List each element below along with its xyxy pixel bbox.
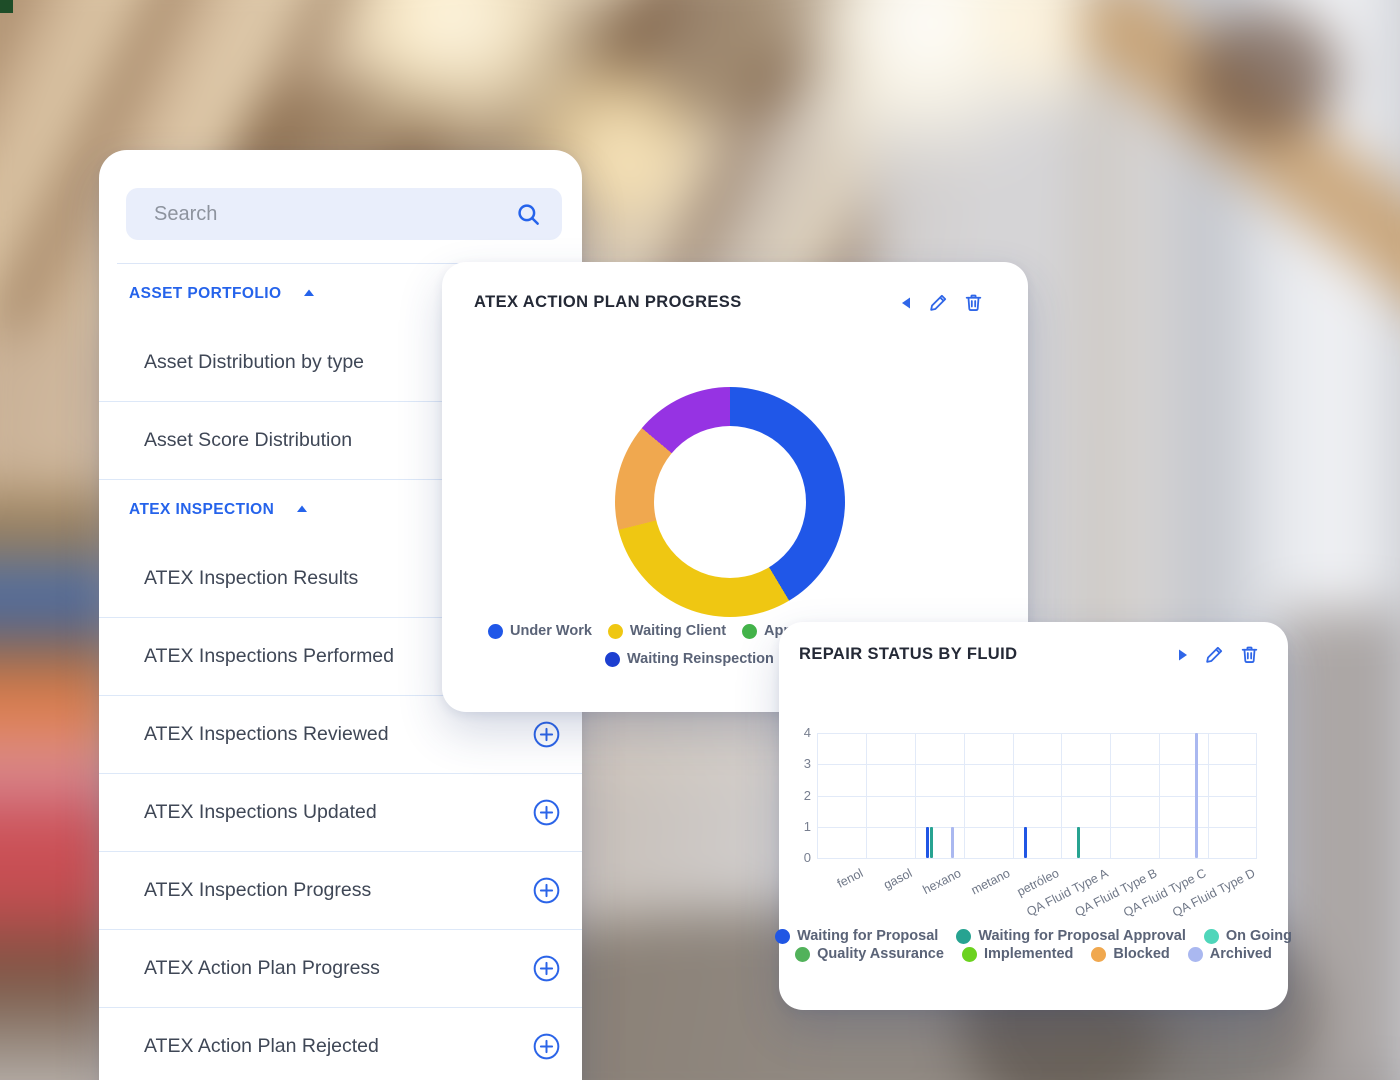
edit-icon[interactable] [1204, 644, 1225, 665]
gridline [1110, 733, 1111, 858]
sidebar-item-label: ATEX Inspections Performed [144, 645, 394, 668]
sidebar-item[interactable]: ATEX Inspections Updated [99, 774, 582, 852]
legend-item: Waiting Reinspection [605, 651, 774, 667]
bar-chart-plot-area [817, 733, 1257, 858]
legend-row: Quality Assurance Implemented Blocked Archi… [795, 946, 1272, 962]
gridline [866, 733, 867, 858]
collapse-section-icon[interactable] [296, 501, 308, 519]
search-input[interactable] [126, 188, 562, 240]
legend-dot [608, 624, 623, 639]
legend-dot [1204, 929, 1219, 944]
collapse-left-icon[interactable] [899, 294, 914, 312]
gridline [1013, 733, 1014, 858]
gridline [1256, 733, 1257, 858]
legend-label: Waiting Client [630, 623, 726, 639]
bar [930, 827, 933, 858]
legend-dot [742, 624, 757, 639]
card-title: ATEX ACTION PLAN PROGRESS [474, 293, 742, 312]
add-chart-icon[interactable] [533, 1033, 560, 1060]
legend-item: Blocked [1091, 946, 1169, 962]
gridline [817, 733, 818, 858]
gridline [964, 733, 965, 858]
legend-label: Quality Assurance [817, 946, 944, 962]
sidebar-item-label: ATEX Action Plan Progress [144, 957, 380, 980]
legend-label: Implemented [984, 946, 1073, 962]
edit-icon[interactable] [928, 292, 949, 313]
gridline [817, 733, 1257, 734]
legend-dot [1091, 947, 1106, 962]
delete-icon[interactable] [1239, 644, 1260, 665]
legend-item: Archived [1188, 946, 1272, 962]
section-label: ATEX INSPECTION [129, 501, 274, 519]
delete-icon[interactable] [963, 292, 984, 313]
legend-item: Under Work [488, 623, 592, 639]
expand-right-icon[interactable] [1175, 646, 1190, 664]
y-axis-tick-label: 4 [785, 725, 811, 740]
sidebar-item-label: ATEX Inspections Updated [144, 801, 377, 824]
gridline [1061, 733, 1062, 858]
sidebar-item[interactable]: ATEX Action Plan Progress [99, 930, 582, 1008]
sidebar-item-label: ATEX Inspection Results [144, 567, 358, 590]
legend-dot [775, 929, 790, 944]
legend-item: Implemented [962, 946, 1073, 962]
gridline [817, 796, 1257, 797]
legend-dot [962, 947, 977, 962]
y-axis-tick-label: 0 [785, 850, 811, 865]
sidebar-item-label: ATEX Inspections Reviewed [144, 723, 389, 746]
y-axis-tick-label: 1 [785, 819, 811, 834]
legend-label: Archived [1210, 946, 1272, 962]
bar-chart-legend: Waiting for ProposalWaiting for Proposal… [779, 928, 1288, 962]
gridline [817, 764, 1257, 765]
legend-item: Waiting Client [608, 623, 726, 639]
dashboard-screen: ASSET PORTFOLIO Asset Distribution by typ… [0, 0, 1400, 1080]
y-axis-tick-label: 3 [785, 756, 811, 771]
sidebar-item[interactable]: ATEX Action Plan Rejected [99, 1008, 582, 1080]
legend-label: Blocked [1113, 946, 1169, 962]
legend-label: On Going [1226, 928, 1292, 944]
donut-chart [615, 387, 845, 617]
gridline [1208, 733, 1209, 858]
legend-label: Waiting Reinspection [627, 651, 774, 667]
bar [1077, 827, 1080, 858]
legend-dot [605, 652, 620, 667]
y-axis-tick-label: 2 [785, 788, 811, 803]
gridline [915, 733, 916, 858]
legend-label: Waiting for Proposal [797, 928, 938, 944]
bar [926, 827, 929, 858]
donut-hole [654, 426, 806, 578]
sidebar-item-label: ATEX Action Plan Rejected [144, 1035, 379, 1058]
background-corner-artifact [0, 0, 13, 13]
gridline [817, 827, 1257, 828]
add-chart-icon[interactable] [533, 955, 560, 982]
collapse-section-icon[interactable] [303, 285, 315, 303]
sidebar-item-label: ATEX Inspection Progress [144, 879, 371, 902]
sidebar-item[interactable]: ATEX Inspection Progress [99, 852, 582, 930]
repair-status-by-fluid-card: REPAIR STATUS BY FLUID [779, 622, 1288, 1010]
legend-dot [1188, 947, 1203, 962]
bar [1195, 733, 1198, 858]
gridline [1159, 733, 1160, 858]
legend-label: Under Work [510, 623, 592, 639]
legend-dot [488, 624, 503, 639]
section-label: ASSET PORTFOLIO [129, 285, 281, 303]
bar [1024, 827, 1027, 858]
add-chart-icon[interactable] [533, 721, 560, 748]
add-chart-icon[interactable] [533, 799, 560, 826]
gridline [817, 858, 1257, 859]
search-box [126, 188, 562, 240]
sidebar-item-label: Asset Distribution by type [144, 351, 364, 374]
card-title: REPAIR STATUS BY FLUID [799, 645, 1017, 664]
bar [951, 827, 954, 858]
search-icon[interactable] [516, 202, 542, 233]
legend-row: Waiting for ProposalWaiting for Proposal… [775, 928, 1292, 944]
legend-dot [795, 947, 810, 962]
sidebar-item-label: Asset Score Distribution [144, 429, 352, 452]
legend-item: On Going [1204, 928, 1292, 944]
legend-item: Quality Assurance [795, 946, 944, 962]
add-chart-icon[interactable] [533, 877, 560, 904]
donut-legend-row: Waiting Reinspection [605, 651, 774, 667]
